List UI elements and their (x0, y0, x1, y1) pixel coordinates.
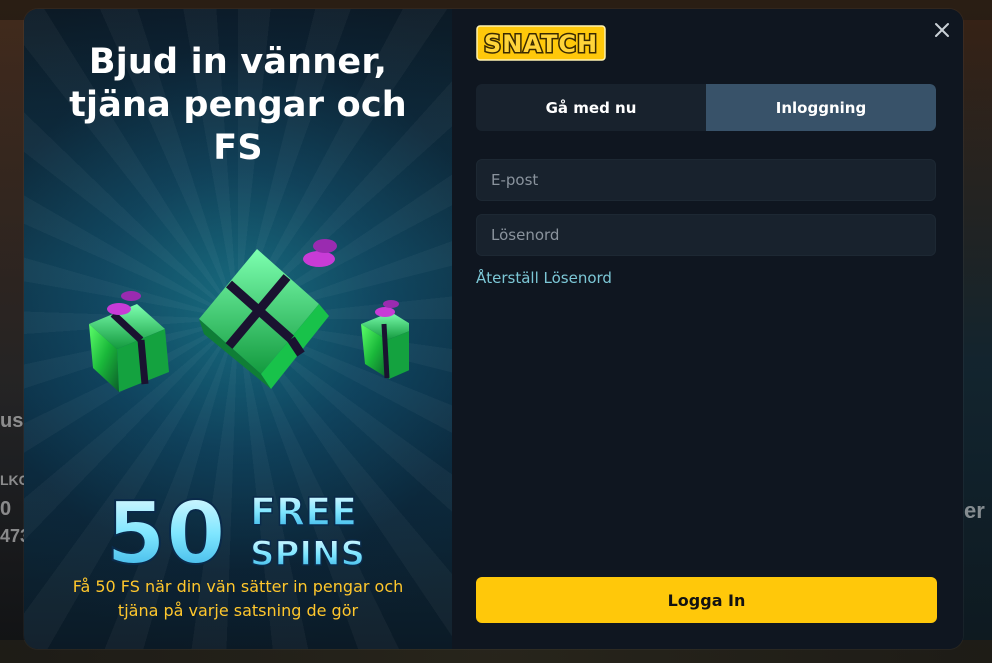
backdrop-text-1: us (0, 410, 24, 432)
reset-password-link[interactable]: Återställ Lösenord (476, 269, 612, 287)
auth-modal: Bjud in vänner, tjäna pengar och FS 50 F… (24, 9, 963, 649)
promo-description-line-2: tjäna på varje satsning de gör (117, 601, 359, 620)
promo-description-line-1: Få 50 FS när din vän sätter in pengar oc… (72, 577, 404, 596)
free-spins-badge: 50 FREE SPINS (105, 487, 366, 571)
badge-word-spins: SPINS (250, 534, 365, 571)
promo-title-line-3: FS (213, 128, 263, 168)
close-icon[interactable] (933, 21, 951, 39)
tab-signup[interactable]: Gå med nu (476, 84, 706, 131)
tab-login[interactable]: Inloggning (706, 84, 936, 131)
email-field-wrapper (476, 159, 936, 201)
badge-number: 50 (106, 487, 226, 571)
gift-boxes-illustration (89, 239, 409, 392)
gift-middle (199, 239, 337, 389)
login-button[interactable]: Logga In (476, 577, 937, 623)
badge-word-free: FREE (250, 490, 357, 534)
password-field[interactable] (477, 215, 935, 255)
backdrop-text-3: 0 (0, 498, 12, 520)
email-field[interactable] (477, 160, 935, 200)
auth-tabs: Gå med nu Inloggning (476, 84, 936, 131)
brand-logo[interactable]: SNATCH (476, 25, 606, 61)
login-panel: SNATCH Gå med nu Inloggning Återställ Lö… (452, 9, 963, 649)
promo-panel: Bjud in vänner, tjäna pengar och FS 50 F… (24, 9, 452, 649)
backdrop-text-5: er (964, 498, 985, 523)
backdrop-right-strip (962, 20, 992, 640)
brand-logo-text: SNATCH (484, 30, 598, 58)
gift-left (89, 291, 169, 392)
password-field-wrapper (476, 214, 936, 256)
promo-description: Få 50 FS när din vän sätter in pengar oc… (48, 575, 428, 623)
promo-title-line-2: tjäna pengar och (69, 85, 407, 125)
gift-right (361, 300, 409, 379)
promo-title-line-1: Bjud in vänner, (88, 42, 388, 82)
promo-title: Bjud in vänner, tjäna pengar och FS (44, 41, 432, 170)
